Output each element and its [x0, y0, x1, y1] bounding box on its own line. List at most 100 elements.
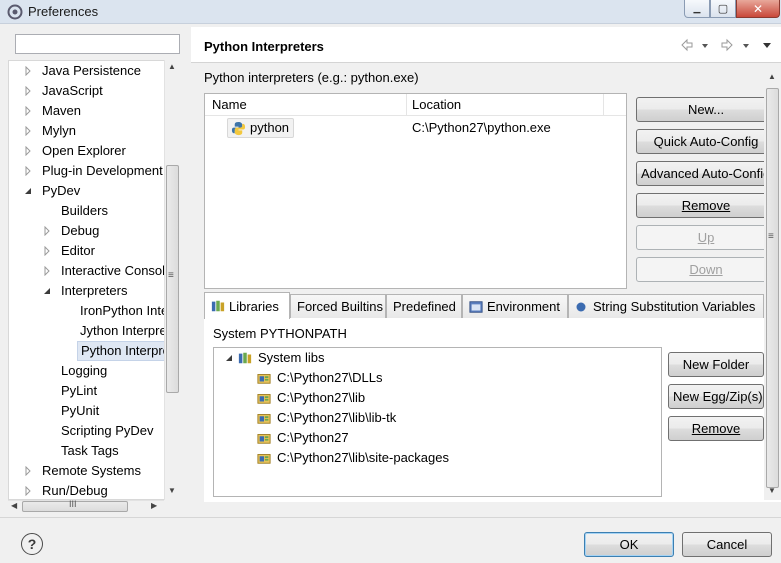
remove-interpreter-button[interactable]: Remove	[636, 193, 776, 218]
library-folder-icon	[257, 394, 271, 404]
scroll-up-arrow-icon[interactable]: ▲	[768, 72, 776, 81]
system-pythonpath-label: System PYTHONPATH	[213, 326, 347, 341]
tree-item[interactable]: Editor	[9, 241, 165, 261]
interpreters-table[interactable]: Name Location python C:\Python27\python.…	[204, 93, 627, 289]
tree-item[interactable]: Scripting PyDev	[9, 421, 165, 441]
collapse-arrow-icon[interactable]	[23, 186, 33, 196]
tree-item[interactable]: PyUnit	[9, 401, 165, 421]
scroll-up-arrow-icon[interactable]: ▲	[168, 62, 176, 71]
tree-item[interactable]: Logging	[9, 361, 165, 381]
tree-item[interactable]: Maven	[9, 101, 165, 121]
tree-item[interactable]: Mylyn	[9, 121, 165, 141]
library-path-row[interactable]: C:\Python27\lib	[214, 388, 661, 408]
forward-menu-chevron-icon[interactable]	[741, 38, 751, 52]
tree-item[interactable]: Java Persistence	[9, 61, 165, 81]
scroll-right-arrow-icon[interactable]: ▶	[151, 501, 157, 510]
tree-item[interactable]: IronPython Interpreter	[9, 301, 180, 321]
interpreter-name-cell[interactable]: python	[227, 118, 295, 138]
up-button[interactable]: Up	[636, 225, 776, 250]
library-path: C:\Python27\lib\site-packages	[277, 450, 449, 465]
tree-item-label: Remote Systems	[42, 463, 141, 478]
grip-icon: III	[69, 499, 77, 509]
tree-vertical-scroll-thumb[interactable]: ≡	[166, 165, 179, 393]
system-libs-icon	[238, 352, 252, 364]
expand-arrow-icon[interactable]	[42, 246, 52, 256]
tree-item[interactable]: Remote Systems	[9, 461, 165, 481]
column-divider[interactable]	[406, 94, 407, 116]
libraries-tree[interactable]: System libs C:\Python27\DLLs C:\Python27\l…	[213, 347, 662, 497]
tree-item-label: Scripting PyDev	[61, 423, 154, 438]
tree-item[interactable]: Interpreters	[9, 281, 165, 301]
table-row[interactable]: python C:\Python27\python.exe	[205, 117, 626, 139]
advanced-auto-config-button[interactable]: Advanced Auto-Config	[636, 161, 776, 186]
expand-arrow-icon[interactable]	[23, 126, 33, 136]
tree-item[interactable]: Run/Debug	[9, 481, 165, 499]
library-path-row[interactable]: C:\Python27\lib\lib-tk	[214, 408, 661, 428]
collapse-arrow-icon[interactable]	[224, 353, 234, 363]
forward-arrow-icon[interactable]	[720, 38, 734, 52]
tree-item[interactable]: Task Tags	[9, 441, 165, 461]
tree-item[interactable]: Interactive Console	[9, 261, 172, 281]
help-button[interactable]: ?	[21, 533, 43, 555]
expand-arrow-icon[interactable]	[42, 226, 52, 236]
expand-arrow-icon[interactable]	[23, 166, 33, 176]
library-path-row[interactable]: C:\Python27\lib\site-packages	[214, 448, 661, 468]
expand-arrow-icon[interactable]	[23, 146, 33, 156]
maximize-button[interactable]: ▢	[710, 0, 736, 18]
collapse-arrow-icon[interactable]	[42, 286, 52, 296]
new-egg-zip-button[interactable]: New Egg/Zip(s)	[668, 384, 764, 409]
expand-arrow-icon[interactable]	[23, 486, 33, 496]
tree-horizontal-scroll-thumb[interactable]: III	[22, 499, 128, 512]
tab-predefined[interactable]: Predefined	[386, 294, 462, 318]
column-divider[interactable]	[603, 94, 604, 116]
remove-library-button[interactable]: Remove	[668, 416, 764, 441]
page-vertical-scroll-thumb[interactable]: ≡	[766, 88, 779, 488]
library-path-row[interactable]: C:\Python27\DLLs	[214, 368, 661, 388]
scroll-left-arrow-icon[interactable]: ◀	[11, 501, 17, 510]
tree-item[interactable]: Builders	[9, 201, 165, 221]
tree-item[interactable]: PyDev	[9, 181, 165, 201]
table-header: Name Location	[205, 94, 626, 116]
tree-item[interactable]: Python Interpreter	[9, 341, 180, 361]
filter-input[interactable]	[15, 34, 180, 54]
expand-arrow-icon[interactable]	[42, 266, 52, 276]
expand-arrow-icon[interactable]	[23, 466, 33, 476]
tree-item-label: Mylyn	[42, 123, 76, 138]
scroll-down-arrow-icon[interactable]: ▼	[168, 486, 176, 495]
interpreter-tabs: Libraries Forced Builtins Predefined Env…	[204, 292, 764, 319]
tab-libraries[interactable]: Libraries	[204, 292, 290, 319]
new-folder-button[interactable]: New Folder	[668, 352, 764, 377]
tree-item[interactable]: Plug-in Development	[9, 161, 165, 181]
back-arrow-icon[interactable]	[680, 38, 694, 52]
tree-item[interactable]: Debug	[9, 221, 165, 241]
column-header-name[interactable]: Name	[212, 97, 247, 112]
down-button[interactable]: Down	[636, 257, 776, 282]
cancel-button[interactable]: Cancel	[682, 532, 772, 557]
quick-auto-config-button[interactable]: Quick Auto-Config	[636, 129, 776, 154]
help-icon: ?	[27, 536, 37, 552]
preferences-tree[interactable]: Java Persistence JavaScript Maven Mylyn Open…	[8, 60, 181, 500]
view-menu-icon[interactable]	[762, 38, 772, 52]
new-interpreter-button[interactable]: New...	[636, 97, 776, 122]
expand-arrow-icon[interactable]	[23, 66, 33, 76]
tree-item-label: Builders	[61, 203, 108, 218]
library-path-row[interactable]: C:\Python27	[214, 428, 661, 448]
tab-string-substitution-variables[interactable]: String Substitution Variables	[568, 294, 764, 318]
tree-item[interactable]: Open Explorer	[9, 141, 165, 161]
tree-item[interactable]: JavaScript	[9, 81, 165, 101]
expand-arrow-icon[interactable]	[23, 86, 33, 96]
back-menu-chevron-icon[interactable]	[700, 38, 710, 52]
grip-icon: ≡	[768, 231, 774, 242]
tab-forced-builtins[interactable]: Forced Builtins	[290, 294, 386, 318]
library-root-row[interactable]: System libs	[214, 348, 661, 368]
close-window-button[interactable]: ✕	[736, 0, 780, 18]
ok-button[interactable]: OK	[584, 532, 674, 557]
library-folder-icon	[257, 414, 271, 424]
tree-item[interactable]: PyLint	[9, 381, 165, 401]
minimize-button[interactable]: ▁	[684, 0, 710, 18]
tree-item-label: Maven	[42, 103, 82, 118]
expand-arrow-icon[interactable]	[23, 106, 33, 116]
tree-item[interactable]: Jython Interpreter	[9, 321, 180, 341]
column-header-location[interactable]: Location	[412, 97, 461, 112]
tab-environment[interactable]: Environment	[462, 294, 568, 318]
